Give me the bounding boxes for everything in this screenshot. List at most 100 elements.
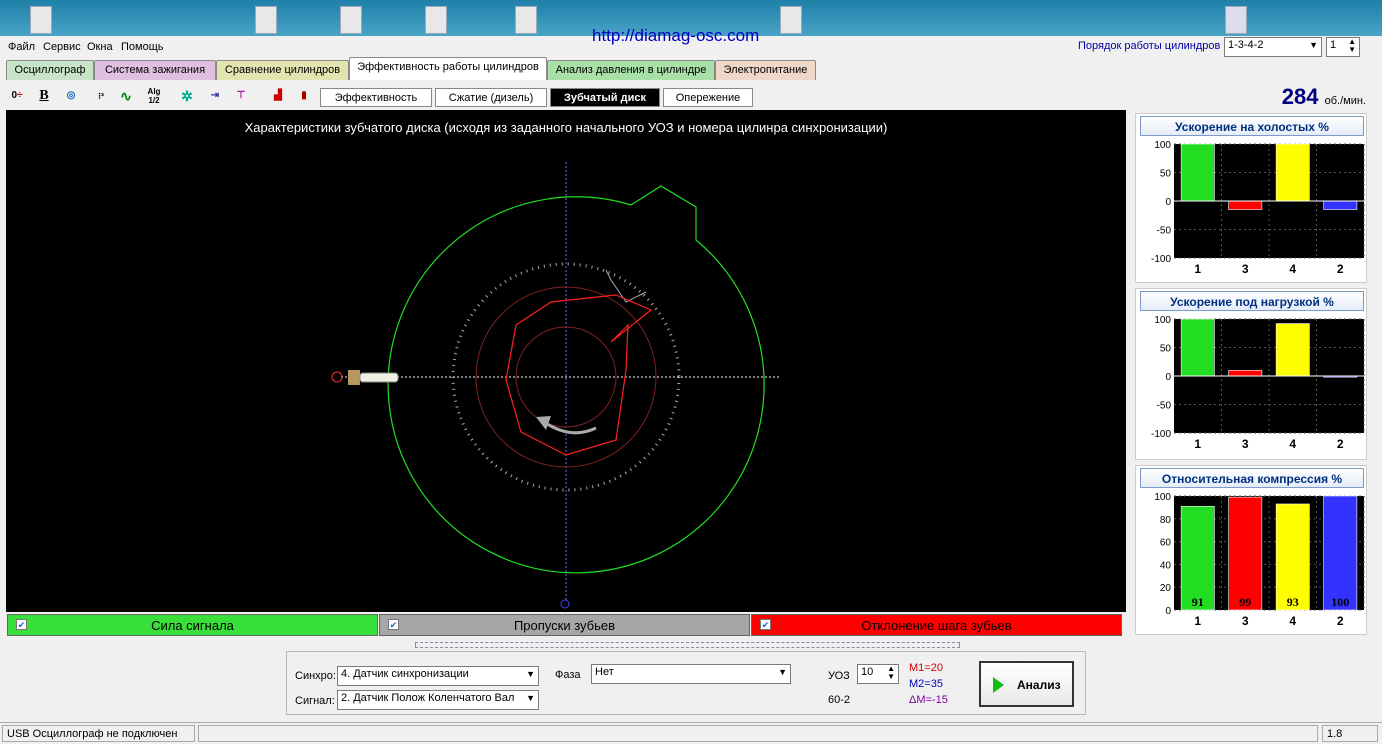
numbering-icon[interactable]: ⇥ (204, 85, 226, 107)
subtab-efficiency[interactable]: Эффективность (320, 88, 432, 107)
desktop-file-icon (780, 6, 802, 34)
m2-value: M2=35 (909, 678, 943, 690)
crank-sensor-icon (359, 372, 399, 383)
signal-value: 2. Датчик Полож Коленчатого Вал (341, 692, 515, 704)
phase-select[interactable]: Нет ▼ (591, 664, 791, 684)
histogram-icon[interactable]: ▮ (293, 85, 315, 107)
cylinder-order-select[interactable]: 1-3-4-2 ▼ (1224, 37, 1322, 57)
tab-cylinder-efficiency[interactable]: Эффективность работы цилиндров (349, 57, 547, 80)
rpm-unit: об./мин. (1324, 95, 1366, 107)
rpm-icon[interactable]: ◎ (60, 85, 82, 107)
signal-strength-trace (387, 185, 765, 574)
menu-help[interactable]: Помощь (121, 41, 164, 53)
legend-missing-teeth[interactable]: ✔ Пропуски зубьев (379, 614, 750, 636)
x-tick-label: 2 (1337, 262, 1344, 276)
bar (1275, 143, 1310, 202)
desktop-file-icon (255, 6, 277, 34)
sync-select[interactable]: 4. Датчик синхронизации ▼ (337, 666, 539, 686)
desktop-file-icon (340, 6, 362, 34)
menu-windows[interactable]: Окна (87, 41, 113, 53)
analysis-controls: Синхро: 4. Датчик синхронизации ▼ Сигнал:… (286, 651, 1086, 715)
x-tick-label: 2 (1337, 437, 1344, 451)
subtab-tooth-disk[interactable]: Зубчатый диск (550, 88, 660, 107)
tooth-disk-plot: Характеристики зубчатого диска (исходя и… (6, 110, 1126, 612)
panel-relative-compression: Относительная компрессия % 100 80 60 40 20 0 1… (1135, 465, 1367, 635)
status-spacer (198, 725, 1318, 742)
tab-cylinder-compare[interactable]: Сравнение цилиндров (216, 60, 349, 80)
bar (1275, 323, 1310, 377)
statusbar: USB Осциллограф не подключен 1.8 (0, 722, 1382, 744)
chevron-down-icon: ▼ (526, 693, 535, 703)
subtab-advance[interactable]: Опережение (663, 88, 753, 107)
y-tick-label: 0 (1165, 197, 1171, 208)
x-tick-label: 3 (1242, 262, 1249, 276)
chart-icon (1225, 6, 1247, 34)
load-acceleration-chart: 100 50 0 -50 -100 1 3 4 2 (1151, 315, 1365, 451)
x-tick-label: 1 (1194, 262, 1201, 276)
menu-service[interactable]: Сервис (43, 41, 81, 53)
rotation-arrow-icon (543, 420, 597, 435)
tooth-pitch-deviation-trace (505, 294, 653, 456)
y-tick-label: 100 (1154, 315, 1171, 326)
menu-file[interactable]: Файл (8, 41, 35, 53)
sensor-origin-marker (331, 371, 343, 383)
chevron-down-icon: ▼ (1309, 40, 1318, 50)
y-tick-label: 0 (1165, 372, 1171, 383)
sort-list-icon[interactable]: ⁝³ (90, 85, 112, 107)
legend-missing-teeth-label: Пропуски зубьев (513, 618, 616, 633)
tab-ignition[interactable]: Система зажигания (94, 60, 216, 80)
zero-adjust-icon[interactable]: 0÷ (6, 85, 28, 107)
gear-icon[interactable]: ✲ (176, 85, 198, 107)
cylinder-number-stepper[interactable]: 1 ▲ ▼ (1326, 37, 1360, 57)
signal-select[interactable]: 2. Датчик Полож Коленчатого Вал ▼ (337, 690, 539, 710)
x-tick-label: 4 (1289, 614, 1296, 628)
uoz-label: УОЗ (828, 670, 850, 682)
tab-oscilloscope[interactable]: Осциллограф (6, 60, 94, 80)
x-tick-label: 3 (1242, 614, 1249, 628)
splitter-handle[interactable] (415, 642, 960, 648)
data-label: 91 (1192, 595, 1204, 609)
rpm-value: 284 (1281, 84, 1319, 109)
x-tick-label: 2 (1337, 614, 1344, 628)
tab-power-supply[interactable]: Электропитание (715, 60, 816, 80)
stepper-arrows-icon: ▲ ▼ (1348, 37, 1356, 54)
data-label: 99 (1239, 595, 1251, 609)
bold-icon[interactable]: B (33, 85, 55, 107)
checkbox-checked-icon[interactable]: ✔ (760, 619, 771, 630)
analyze-button[interactable]: Анализ (979, 661, 1074, 707)
legend-signal-strength[interactable]: ✔ Сила сигнала (7, 614, 378, 636)
y-tick-label: 0 (1165, 606, 1171, 617)
subtab-compression[interactable]: Сжатие (дизель) (435, 88, 547, 107)
x-tick-label: 4 (1289, 437, 1296, 451)
idle-acceleration-chart: 100 50 0 -50 -100 1 3 4 2 (1151, 140, 1365, 276)
filter-icon[interactable]: ⊤ (230, 85, 252, 107)
sensor-nut-icon (348, 370, 360, 385)
website-url[interactable]: http://diamag-osc.com (592, 26, 759, 46)
checkbox-checked-icon[interactable]: ✔ (16, 619, 27, 630)
phase-label: Фаза (555, 669, 581, 681)
waveform-icon[interactable]: ∿ (115, 85, 137, 107)
play-icon (993, 677, 1004, 693)
rpm-display: 284 об./мин. (1282, 84, 1366, 110)
bar-chart-icon[interactable]: ▟ (267, 85, 289, 107)
legend-tooth-deviation-label: Отклонение шага зубьев (861, 618, 1012, 633)
x-tick-label: 1 (1194, 437, 1201, 451)
sync-marker (560, 599, 570, 609)
y-tick-label: 50 (1160, 169, 1172, 180)
uoz-value: 10 (861, 666, 874, 678)
tab-pressure-analysis[interactable]: Анализ давления в цилиндре (547, 60, 715, 80)
uoz-stepper[interactable]: 10 ▲ ▼ (857, 664, 899, 684)
bar (1228, 496, 1263, 611)
checkbox-checked-icon[interactable]: ✔ (388, 619, 399, 630)
panel-load-acceleration: Ускорение под нагрузкой % 100 50 0 -50 -100 1… (1135, 288, 1367, 460)
stepper-arrows-icon: ▲ ▼ (887, 664, 895, 681)
phase-value: Нет (595, 666, 614, 678)
usb-status: USB Осциллограф не подключен (2, 725, 195, 742)
bar (1323, 200, 1358, 210)
y-tick-label: -50 (1157, 226, 1172, 237)
legend-tooth-deviation[interactable]: ✔ Отклонение шага зубьев (751, 614, 1122, 636)
algorithm-icon[interactable]: Alg 1/2 (143, 85, 165, 107)
y-tick-label: -100 (1151, 429, 1171, 440)
y-tick-label: 20 (1160, 583, 1172, 594)
y-tick-label: 100 (1154, 492, 1171, 503)
